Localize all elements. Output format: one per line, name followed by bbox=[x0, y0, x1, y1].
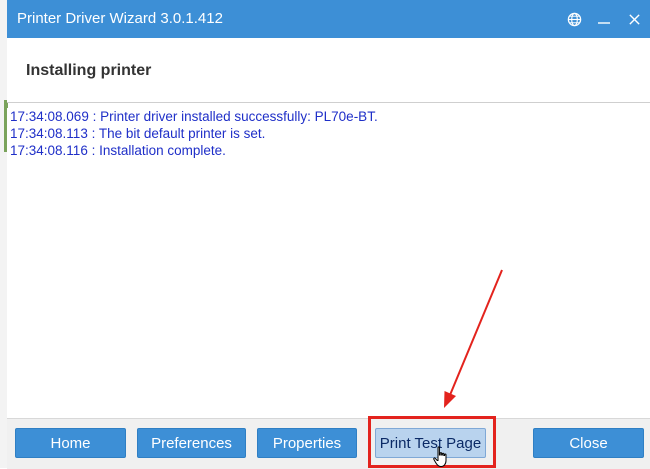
minimize-icon[interactable] bbox=[596, 11, 612, 27]
close-icon[interactable] bbox=[626, 11, 642, 27]
log-line: 17:34:08.069 : Printer driver installed … bbox=[10, 109, 378, 124]
log-line: 17:34:08.116 : Installation complete. bbox=[10, 143, 226, 158]
window-title: Printer Driver Wizard 3.0.1.412 bbox=[17, 10, 223, 27]
globe-icon[interactable] bbox=[566, 11, 582, 27]
log-line: 17:34:08.113 : The bit default printer i… bbox=[10, 126, 266, 141]
background-window-edge bbox=[0, 0, 7, 468]
page-title: Installing printer bbox=[26, 62, 152, 79]
title-bar-controls bbox=[566, 0, 642, 38]
button-bar: Home Preferences Properties Print Test P… bbox=[7, 418, 650, 469]
print-test-page-button[interactable]: Print Test Page bbox=[375, 428, 486, 458]
wizard-header: Installing printer bbox=[7, 38, 650, 103]
printer-driver-wizard-window: Printer Driver Wizard 3.0.1.412 Installi… bbox=[0, 0, 650, 469]
preferences-button[interactable]: Preferences bbox=[137, 428, 246, 458]
installation-log[interactable]: 17:34:08.069 : Printer driver installed … bbox=[7, 108, 650, 418]
close-button[interactable]: Close bbox=[533, 428, 644, 458]
properties-button[interactable]: Properties bbox=[257, 428, 357, 458]
home-button[interactable]: Home bbox=[15, 428, 126, 458]
title-bar[interactable]: Printer Driver Wizard 3.0.1.412 bbox=[7, 0, 650, 38]
